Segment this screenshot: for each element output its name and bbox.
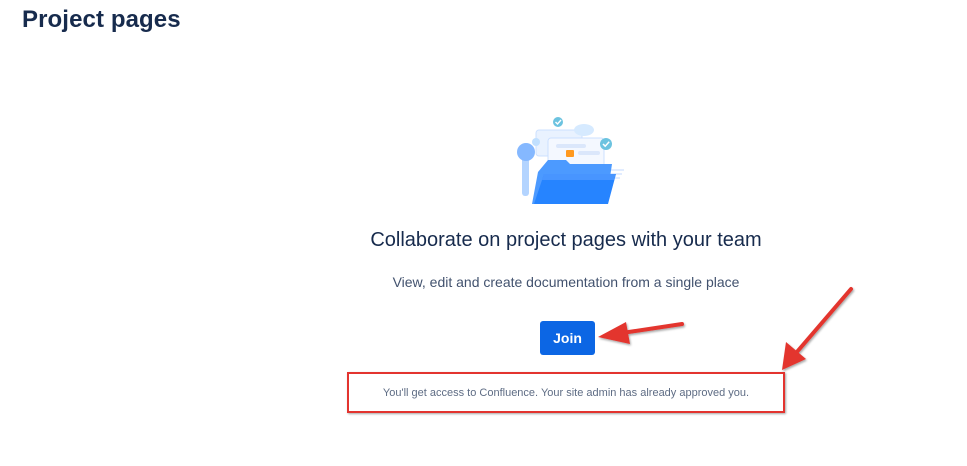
join-button[interactable]: Join	[540, 321, 595, 355]
page-title: Project pages	[22, 6, 181, 33]
arrow-to-join-icon	[598, 322, 684, 344]
project-pages-page: Project pages Collaborate on project pag…	[0, 0, 967, 466]
access-note: You'll get access to Confluence. Your si…	[382, 387, 750, 399]
empty-state-description: View, edit and create documentation from…	[392, 274, 740, 290]
empty-state-headline: Collaborate on project pages with your t…	[370, 229, 762, 251]
arrow-to-access-note-icon	[782, 287, 853, 370]
documents-folder-illustration-icon	[517, 117, 624, 204]
